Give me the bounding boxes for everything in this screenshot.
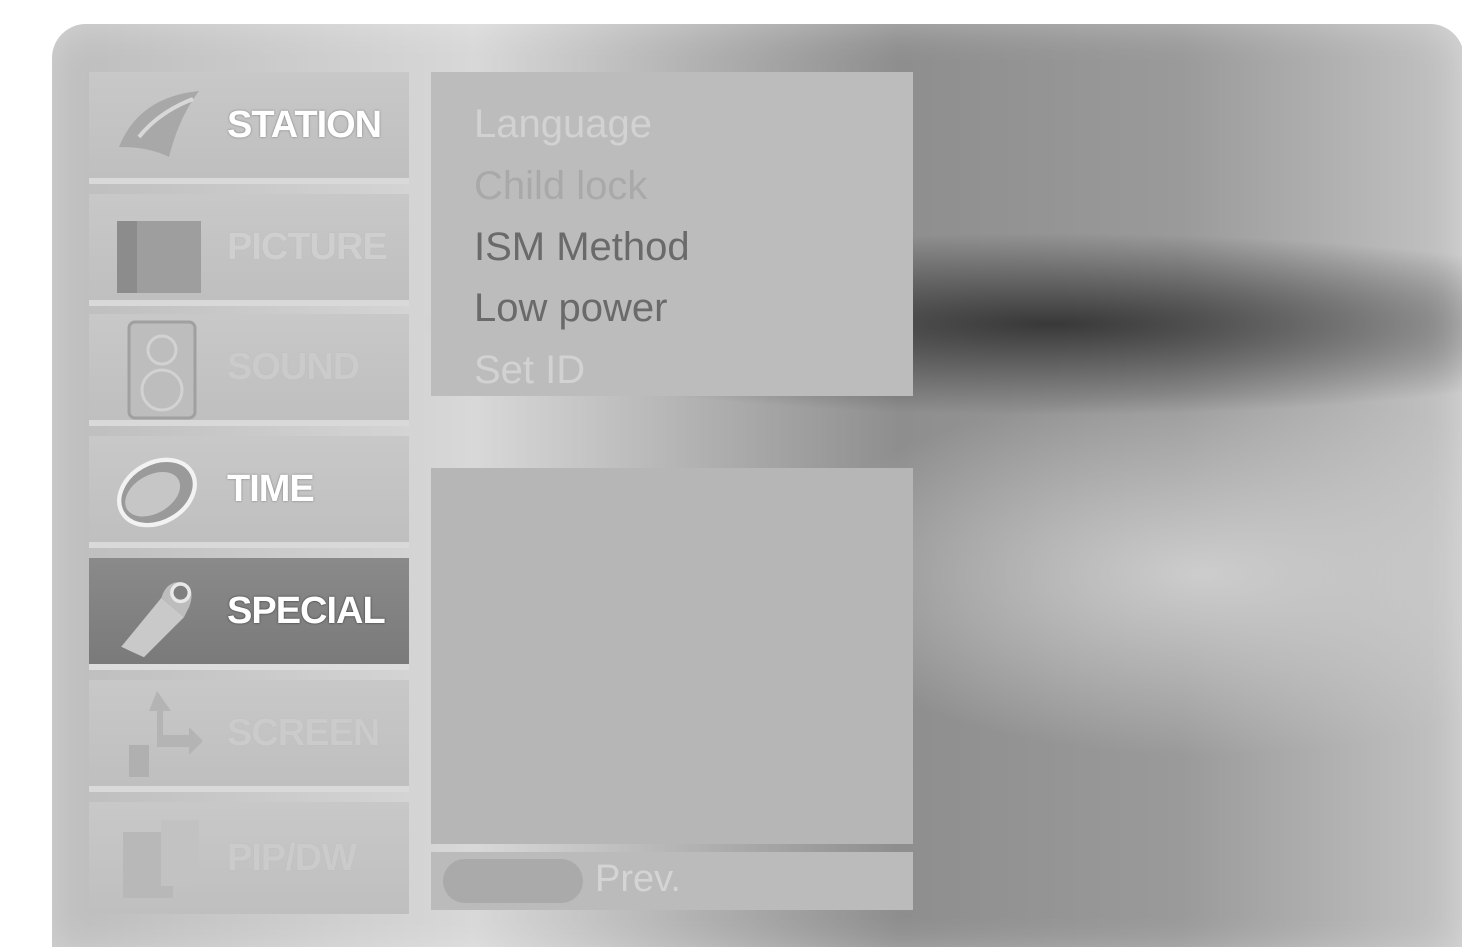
sidebar-item-label: STATION bbox=[227, 103, 382, 146]
option-panel bbox=[431, 468, 913, 844]
menu-item-child-lock[interactable]: Child lock bbox=[474, 164, 647, 209]
special-submenu: Language Child lock ISM Method Low power… bbox=[431, 72, 913, 396]
clock-icon bbox=[109, 441, 205, 537]
sidebar-item-label: SCREEN bbox=[227, 711, 380, 754]
menu-item-low-power[interactable]: Low power bbox=[474, 286, 667, 331]
sidebar-item-special[interactable]: SPECIAL bbox=[89, 558, 409, 670]
satellite-dish-icon bbox=[109, 77, 205, 173]
sidebar-item-label: SPECIAL bbox=[227, 589, 386, 632]
menu-item-language[interactable]: Language bbox=[474, 102, 652, 147]
tag-icon bbox=[109, 563, 205, 659]
tv-osd-screen: STATION PICTURE SOUND TIME SPECIAL SCREE… bbox=[0, 0, 1462, 947]
menu-item-ism-method[interactable]: ISM Method bbox=[474, 225, 690, 270]
pip-windows-icon bbox=[109, 810, 205, 906]
sidebar-item-label: SOUND bbox=[227, 345, 360, 388]
navigation-hint-bar: Prev. bbox=[431, 852, 913, 910]
prev-label: Prev. bbox=[595, 858, 681, 900]
sidebar-item-station[interactable]: STATION bbox=[89, 72, 409, 184]
main-menu-sidebar: STATION PICTURE SOUND TIME SPECIAL SCREE… bbox=[89, 72, 409, 914]
sidebar-item-screen[interactable]: SCREEN bbox=[89, 680, 409, 792]
prev-button-icon[interactable] bbox=[443, 859, 583, 903]
speaker-icon bbox=[109, 319, 205, 420]
picture-frame-icon bbox=[109, 199, 205, 295]
sidebar-item-sound[interactable]: SOUND bbox=[89, 314, 409, 426]
sidebar-item-label: TIME bbox=[227, 467, 315, 510]
sidebar-item-pip-dw[interactable]: PIP/DW bbox=[89, 802, 409, 914]
menu-item-set-id[interactable]: Set ID bbox=[474, 348, 585, 393]
sidebar-item-picture[interactable]: PICTURE bbox=[89, 194, 409, 306]
arrows-icon bbox=[109, 685, 205, 781]
sidebar-item-label: PIP/DW bbox=[227, 836, 357, 879]
sidebar-item-time[interactable]: TIME bbox=[89, 436, 409, 548]
sidebar-item-label: PICTURE bbox=[227, 225, 388, 268]
